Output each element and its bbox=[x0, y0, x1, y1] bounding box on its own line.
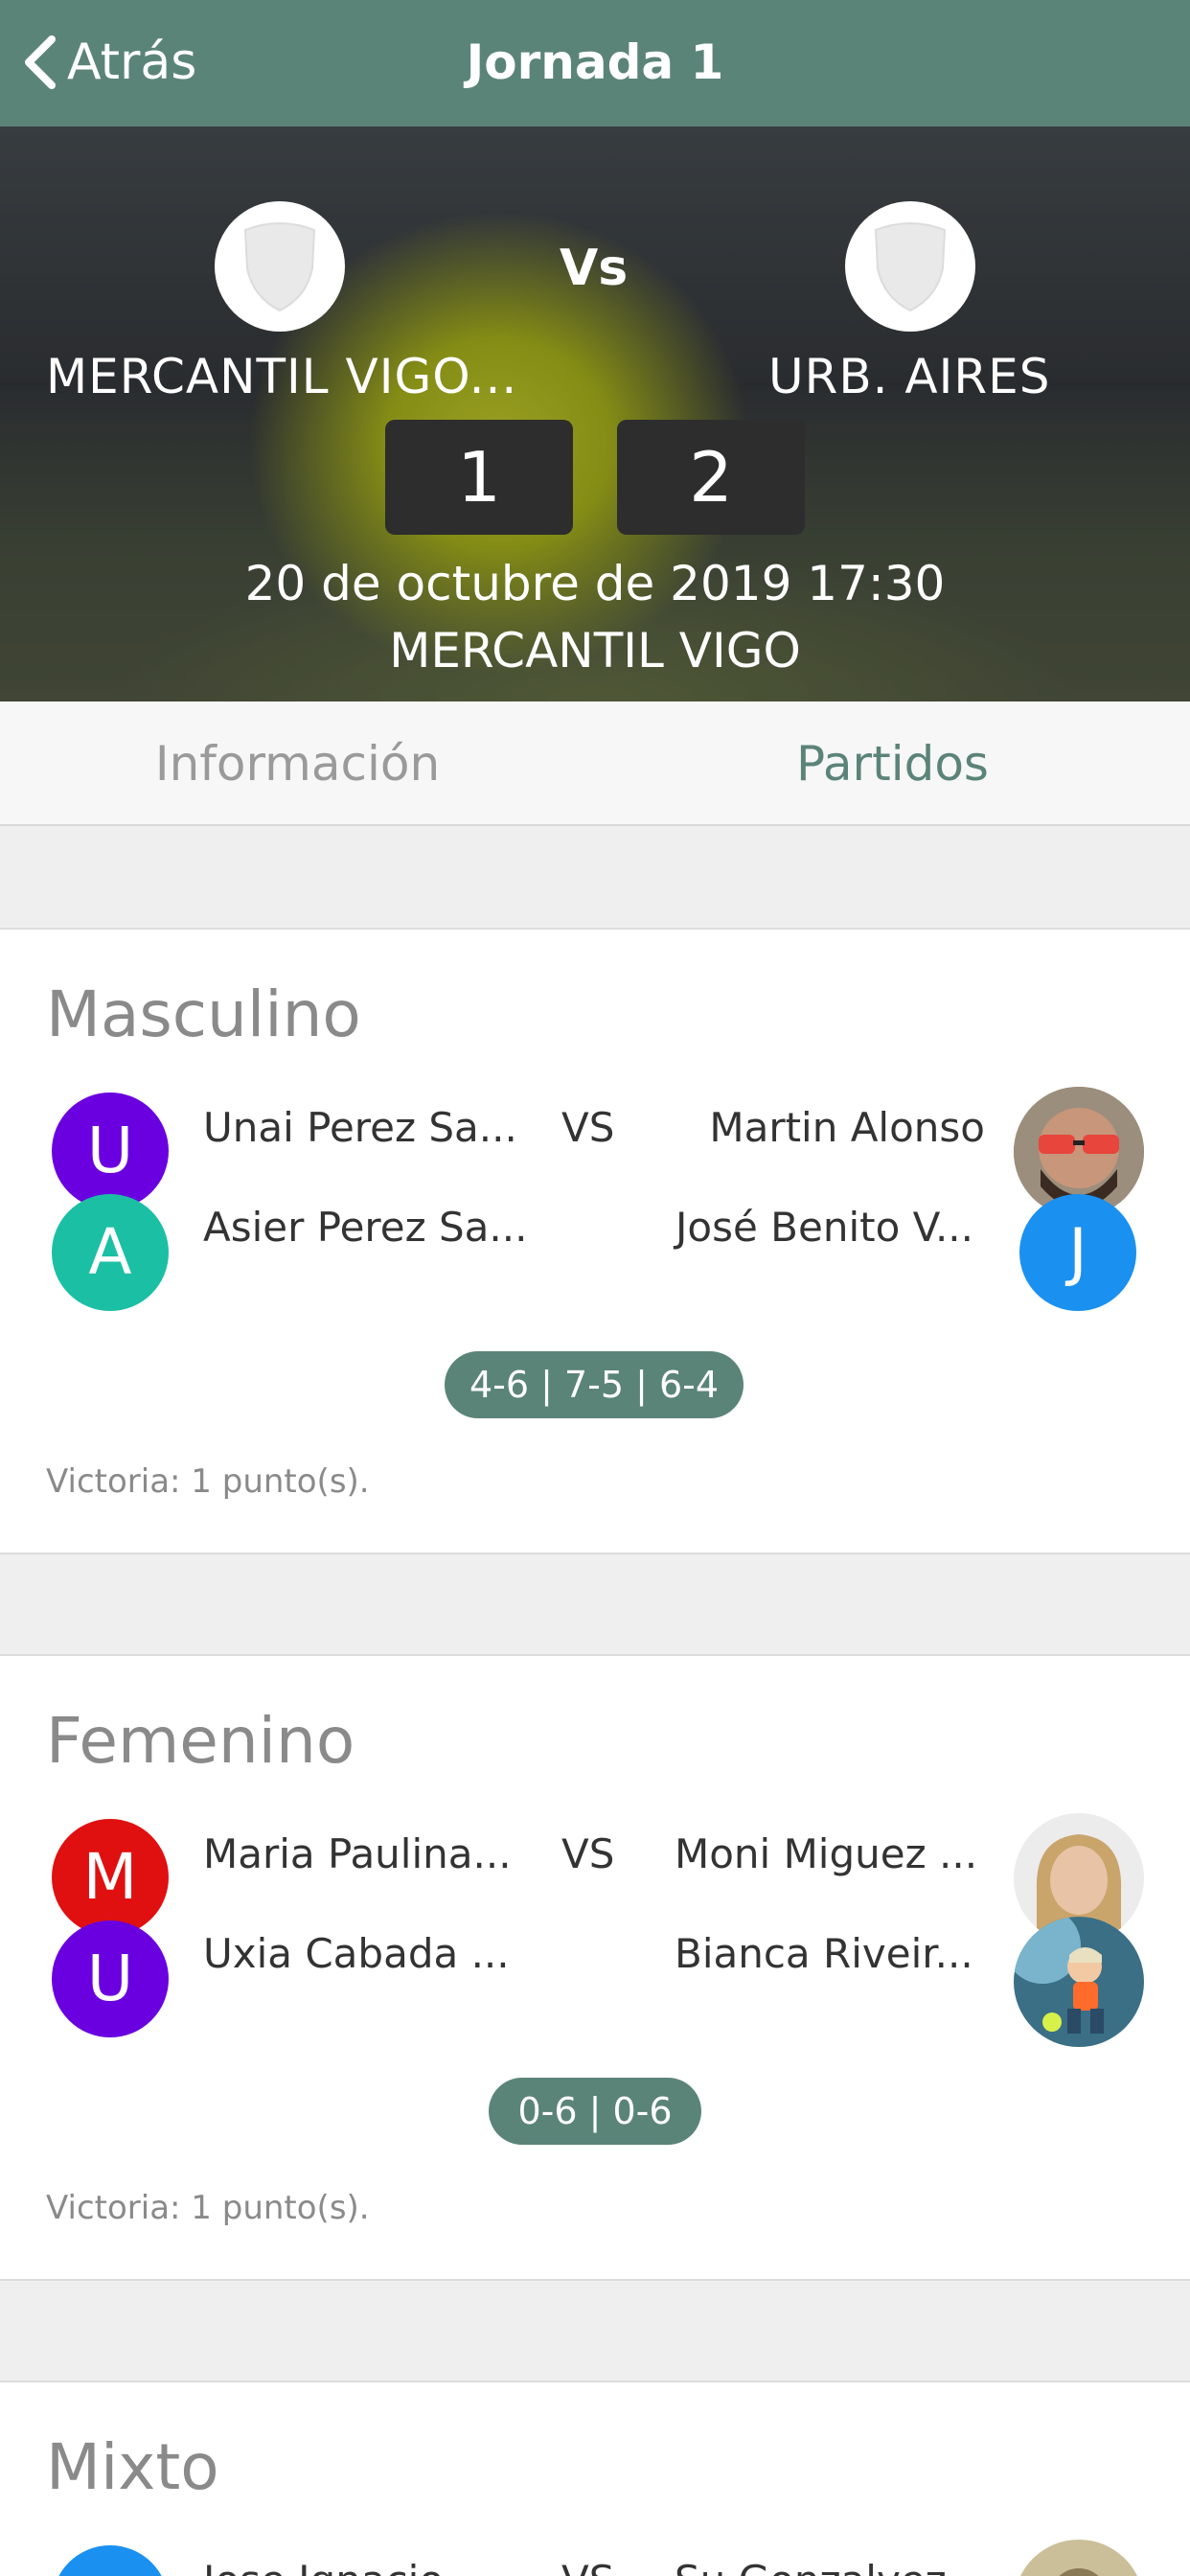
avatar-photo-icon bbox=[1014, 1917, 1144, 2047]
score-pill: 4-6 | 7-5 | 6-4 bbox=[445, 1351, 744, 1418]
home-team-name: MERCANTIL VIGO... bbox=[46, 349, 518, 404]
nav-bar: Atrás Jornada 1 bbox=[0, 0, 1190, 126]
game-card-mixto[interactable]: Mixto J Jose Ignacio VS Su Gonzalvez bbox=[0, 2380, 1190, 2576]
result-text: Victoria: 1 punto(s). bbox=[46, 1462, 370, 1501]
result-text: Victoria: 1 punto(s). bbox=[46, 2189, 370, 2227]
page-title: Jornada 1 bbox=[466, 34, 724, 90]
home-team-crest-icon bbox=[215, 201, 345, 332]
away-team-crest-icon bbox=[845, 201, 975, 332]
home-player-name: Jose Ignacio bbox=[203, 2557, 444, 2576]
tab-informacion[interactable]: Información bbox=[0, 702, 595, 826]
game-card-masculino[interactable]: Masculino U A Unai Perez Sa... Asier Per… bbox=[0, 928, 1190, 1554]
score-pill: 0-6 | 0-6 bbox=[489, 2078, 701, 2145]
home-player-name: Maria Paulina... bbox=[203, 1830, 512, 1877]
home-score: 1 bbox=[385, 420, 573, 535]
vs-label: Vs bbox=[560, 240, 629, 297]
avatar-photo-icon bbox=[1014, 2540, 1144, 2576]
tab-partidos[interactable]: Partidos bbox=[595, 702, 1190, 826]
game-category-title: Femenino bbox=[46, 1704, 355, 1778]
away-player-name: Bianca Riveir... bbox=[675, 1930, 973, 1977]
away-player-name: Moni Miguez ... bbox=[675, 1830, 978, 1877]
tab-bar: Información Partidos bbox=[0, 702, 1190, 826]
game-category-title: Masculino bbox=[46, 978, 361, 1051]
vs-label: VS bbox=[561, 2557, 614, 2576]
home-player-name: Asier Perez Sa... bbox=[203, 1204, 528, 1251]
home-player-name: Unai Perez Sa... bbox=[203, 1104, 517, 1151]
match-venue: MERCANTIL VIGO bbox=[389, 623, 801, 678]
away-score: 2 bbox=[617, 420, 805, 535]
hero-overlay bbox=[0, 126, 1190, 702]
avatar: U bbox=[52, 1920, 169, 2037]
match-header: Vs MERCANTIL VIGO... URB. AIRES 1 2 20 d… bbox=[0, 126, 1190, 702]
away-team-name: URB. AIRES bbox=[768, 349, 1051, 404]
avatar: J bbox=[52, 2545, 169, 2576]
vs-label: VS bbox=[561, 1104, 615, 1151]
home-player-name: Uxia Cabada ... bbox=[203, 1930, 510, 1977]
game-category-title: Mixto bbox=[46, 2430, 219, 2504]
away-player-name: Martin Alonso bbox=[709, 1104, 985, 1151]
game-card-femenino[interactable]: Femenino M U Maria Paulina... Uxia Cabad… bbox=[0, 1654, 1190, 2281]
avatar: J bbox=[1019, 1194, 1136, 1311]
avatar: M bbox=[52, 1819, 169, 1936]
away-player-name: José Benito V... bbox=[675, 1204, 973, 1251]
avatar: U bbox=[52, 1092, 169, 1209]
match-date: 20 de octubre de 2019 17:30 bbox=[244, 556, 946, 611]
vs-label: VS bbox=[561, 1830, 615, 1877]
away-player-name: Su Gonzalvez bbox=[675, 2557, 947, 2576]
avatar: A bbox=[52, 1194, 169, 1311]
